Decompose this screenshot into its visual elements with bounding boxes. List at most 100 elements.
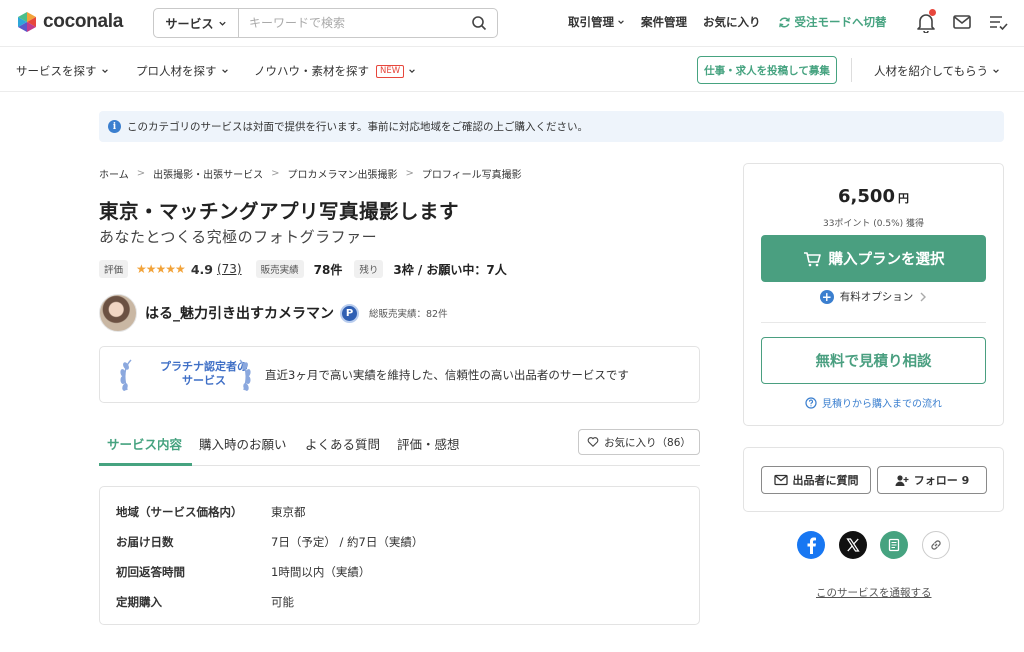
find-services-menu[interactable]: サービスを探す xyxy=(16,63,109,79)
seller-total-sales: 総販売実績：82件 xyxy=(369,309,448,320)
find-knowhow-label: ノウハウ・素材を探す xyxy=(254,64,369,78)
share-note-button[interactable] xyxy=(880,531,908,559)
post-job-button[interactable]: 仕事・求人を投稿して募集 xyxy=(697,56,837,84)
refer-talent-label: 人材を紹介してもらう xyxy=(874,64,989,78)
chevron-right-icon: > xyxy=(271,168,280,179)
platinum-description: 直近3ヶ月で高い実績を維持した、信頼性の高い出品者のサービスです xyxy=(265,368,629,382)
points-earned: 33ポイント (0.5%) 獲得 xyxy=(822,219,925,229)
plus-icon: + xyxy=(819,289,834,304)
mail-icon xyxy=(773,474,788,486)
sales-value: 78件 xyxy=(313,262,343,277)
laurel-left-icon xyxy=(120,359,132,391)
task-list-icon[interactable] xyxy=(987,11,1009,33)
chevron-right-icon xyxy=(920,292,927,301)
x-icon xyxy=(846,538,860,552)
ask-seller-label: 出品者に質問 xyxy=(792,474,859,487)
notifications-button[interactable] xyxy=(915,9,937,34)
chevron-down-icon xyxy=(618,20,624,24)
service-tabs: サービス内容 購入時のお願い よくある質問 評価・感想 お気に入り（86） xyxy=(99,424,700,466)
search-bar: サービス xyxy=(153,8,498,38)
favorite-button[interactable]: お気に入り（86） xyxy=(578,429,700,455)
seller-info: はる_魅力引き出すカメラマン P 総販売実績：82件 xyxy=(99,294,448,332)
platinum-badge-icon: P xyxy=(340,303,359,323)
search-input[interactable] xyxy=(239,9,461,37)
category-nav: サービスを探す プロ人材を探す ノウハウ・素材を探す NEW 仕事・求人を投稿し… xyxy=(0,46,1024,92)
tab-purchase-requests[interactable]: 購入時のお願い xyxy=(199,434,287,453)
price-value: 6,500 xyxy=(838,186,895,207)
spec-value: 1時間以内（実績） xyxy=(271,565,371,579)
find-talent-label: プロ人材を探す xyxy=(136,64,217,78)
spec-value: 東京都 xyxy=(271,505,306,519)
mode-switch-label: 受注モードへ切替 xyxy=(794,15,887,29)
spec-label: 初回返答時間 xyxy=(116,565,185,579)
service-title: 東京・マッチングアプリ写真撮影します xyxy=(99,200,460,223)
spec-value: 可能 xyxy=(271,595,294,609)
star-rating: ★★★★★ xyxy=(136,262,186,276)
breadcrumb-item[interactable]: プロフィール写真撮影 xyxy=(422,166,522,181)
remaining-value: 3枠 / お願い中：7人 xyxy=(393,262,507,277)
spec-label: 地域（サービス価格内） xyxy=(116,505,243,519)
report-service-link[interactable]: このサービスを通報する xyxy=(816,585,932,600)
logo[interactable]: coconala xyxy=(16,11,123,33)
search-category-label: サービス xyxy=(165,16,214,31)
follow-button[interactable]: フォロー 9 xyxy=(877,466,987,494)
coconala-logo-icon xyxy=(18,12,36,32)
purchase-panel: 6,500 円 33ポイント (0.5%) 獲得 購入プランを選択 + 有料オプシ… xyxy=(743,163,1004,426)
search-category-select[interactable]: サービス xyxy=(154,9,239,37)
find-talent-menu[interactable]: プロ人材を探す xyxy=(136,63,229,79)
projects-link[interactable]: 案件管理 xyxy=(641,14,687,30)
price: 6,500 円 xyxy=(744,186,1003,207)
breadcrumb-item[interactable]: プロカメラマン出張撮影 xyxy=(287,166,397,181)
service-spec-table: 地域（サービス価格内） 東京都 お届け日数 7日（予定） / 約7日（実績） 初… xyxy=(99,486,700,625)
notification-dot xyxy=(929,9,936,16)
cart-icon xyxy=(803,251,821,266)
quote-flow-label: 見積りから購入までの流れ xyxy=(822,399,942,410)
link-icon xyxy=(931,540,941,550)
notice-text: このカテゴリのサービスは対面で提供を行います。事前に対応地域をご確認の上ご購入く… xyxy=(127,121,588,133)
logo-text: coconala xyxy=(43,11,123,32)
chevron-down-icon xyxy=(101,69,108,73)
find-knowhow-menu[interactable]: ノウハウ・素材を探す NEW xyxy=(254,63,416,79)
paid-options-link[interactable]: + 有料オプション xyxy=(744,289,1003,304)
free-quote-button[interactable]: 無料で見積り相談 xyxy=(761,337,986,384)
seller-name[interactable]: はる_魅力引き出すカメラマン xyxy=(145,303,334,323)
service-stats: 評価 ★★★★★ 4.9 (73) 販売実績 78件 残り 3枠 / お願い中：… xyxy=(99,260,507,278)
mode-switch-link[interactable]: 受注モードへ切替 xyxy=(778,14,887,30)
chevron-right-icon: > xyxy=(136,168,146,179)
top-header: coconala サービス 取引管理 案件管理 お気に入り 受注モードへ切替 xyxy=(0,0,1024,46)
select-plan-button[interactable]: 購入プランを選択 xyxy=(761,235,986,282)
chevron-down-icon xyxy=(221,69,228,73)
favorites-link[interactable]: お気に入り xyxy=(703,14,761,30)
sales-chip: 販売実績 xyxy=(255,260,304,278)
help-circle-icon xyxy=(805,396,817,409)
add-user-icon xyxy=(895,474,909,486)
breadcrumb-item[interactable]: 出張撮影・出張サービス xyxy=(153,166,263,181)
share-facebook-button[interactable] xyxy=(797,531,825,559)
share-x-button[interactable] xyxy=(839,531,867,559)
tab-faq[interactable]: よくある質問 xyxy=(305,434,380,453)
platinum-certification: プラチナ認定者の サービス 直近3ヶ月で高い実績を維持した、信頼性の高い出品者の… xyxy=(99,346,700,403)
header-links: 取引管理 案件管理 お気に入り 受注モードへ切替 xyxy=(568,14,887,30)
nav-divider xyxy=(851,58,852,82)
breadcrumb-item[interactable]: ホーム xyxy=(99,166,129,181)
copy-link-button[interactable] xyxy=(922,531,950,559)
rating-count-link[interactable]: (73) xyxy=(217,262,242,276)
ask-seller-button[interactable]: 出品者に質問 xyxy=(761,466,871,494)
laurel-right-icon xyxy=(239,359,251,391)
note-icon xyxy=(888,538,900,552)
refer-talent-menu[interactable]: 人材を紹介してもらう xyxy=(874,63,1000,79)
quote-flow-link[interactable]: 見積りから購入までの流れ xyxy=(744,395,1003,410)
tab-reviews[interactable]: 評価・感想 xyxy=(397,434,460,453)
paid-options-label: 有料オプション xyxy=(839,291,914,303)
avatar[interactable] xyxy=(99,294,137,332)
transactions-menu[interactable]: 取引管理 xyxy=(568,14,625,30)
search-button[interactable] xyxy=(461,9,497,37)
select-plan-label: 購入プランを選択 xyxy=(828,252,945,268)
panel-divider xyxy=(761,322,986,323)
remaining-chip: 残り xyxy=(354,260,384,278)
seller-actions-panel: 出品者に質問 フォロー 9 xyxy=(743,447,1004,512)
tab-service-details[interactable]: サービス内容 xyxy=(107,434,182,453)
mail-icon[interactable] xyxy=(951,11,973,33)
transactions-label: 取引管理 xyxy=(568,15,614,29)
spec-value: 7日（予定） / 約7日（実績） xyxy=(271,535,424,549)
